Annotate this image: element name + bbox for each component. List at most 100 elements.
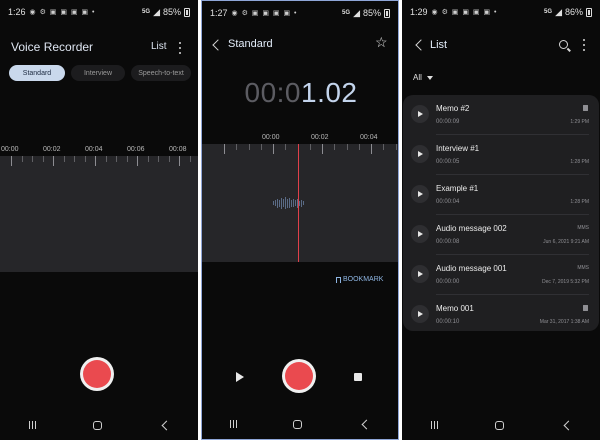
recording-duration: 00:00:00 — [436, 279, 460, 285]
play-icon[interactable] — [411, 185, 429, 203]
phone-screen-list: 1:29 ◉ ⚙ ▣ ▣ ▣ ▣ • 5G ◢ 86% List All Mem… — [402, 0, 600, 440]
play-icon[interactable] — [411, 105, 429, 123]
timeline-tick — [168, 156, 170, 162]
recording-duration: 00:00:08 — [436, 239, 460, 245]
status-bar: 1:29 ◉ ⚙ ▣ ▣ ▣ ▣ • 5G ◢ 86% — [402, 0, 600, 24]
recording-name: Example #1 — [436, 184, 479, 193]
waveform-bar — [277, 198, 278, 208]
status-bar: 1:27 ◉ ⚙ ▣ ▣ ▣ ▣ • 5G ◢ 85% — [202, 1, 398, 25]
timeline-label: 00:00 — [262, 134, 280, 141]
timer-elapsed-current: 1.02 — [301, 77, 358, 108]
category-filter-dropdown[interactable]: All — [413, 73, 433, 82]
back-arrow-icon[interactable] — [212, 39, 224, 51]
timeline-label: 00:04 — [85, 146, 103, 153]
recording-duration: 00:00:05 — [436, 159, 460, 165]
play-icon[interactable] — [411, 225, 429, 243]
search-icon[interactable] — [559, 40, 568, 49]
mode-tab-interview[interactable]: Interview — [71, 65, 125, 81]
recording-date: 1:28 PM — [570, 159, 589, 165]
waveform-bar — [291, 199, 292, 207]
recent-apps-icon[interactable] — [28, 421, 36, 429]
play-pause-button[interactable] — [236, 372, 244, 382]
timeline-tick — [322, 144, 323, 154]
status-bar: 1:26 ◉ ⚙ ▣ ▣ ▣ ▣ • 5G ◢ 85% — [0, 0, 198, 24]
signal-icon: ◢ — [555, 6, 562, 17]
mode-tab-speech-to-text[interactable]: Speech-to-text — [131, 65, 191, 81]
back-icon[interactable] — [563, 420, 573, 430]
timeline-tick — [224, 144, 225, 154]
play-icon[interactable] — [411, 145, 429, 163]
filter-selected-value: All — [413, 73, 422, 82]
timeline-tick — [179, 156, 180, 166]
recording-list-item[interactable]: Example #1 00:00:04 1:28 PM — [403, 175, 599, 215]
timeline-tick — [371, 144, 372, 154]
timeline-tick — [42, 156, 44, 162]
record-button[interactable] — [80, 357, 114, 391]
play-icon[interactable] — [411, 305, 429, 323]
timeline-tick — [11, 156, 12, 166]
more-options-icon[interactable] — [178, 42, 181, 54]
recording-list-item[interactable]: Audio message 001 00:00:00 MMS Dec 7, 20… — [403, 255, 599, 295]
home-icon[interactable] — [494, 420, 504, 430]
recording-duration: 00:00:04 — [436, 199, 460, 205]
status-time: 1:29 — [410, 7, 428, 17]
waveform-area — [0, 156, 198, 272]
recording-duration: 00:00:10 — [436, 319, 460, 325]
phone-screen-recorder-home: 1:26 ◉ ⚙ ▣ ▣ ▣ ▣ • 5G ◢ 85% Voice Record… — [0, 0, 198, 440]
timeline-tick — [126, 156, 128, 162]
recording-mode-tabs: Standard Interview Speech-to-text — [9, 65, 191, 81]
timeline-tick — [285, 144, 287, 150]
system-nav-bar — [0, 410, 198, 440]
stop-button[interactable] — [354, 373, 362, 381]
home-icon[interactable] — [293, 419, 303, 429]
app-title: Voice Recorder — [11, 40, 94, 54]
waveform-bar — [281, 197, 282, 209]
recording-list-item[interactable]: Audio message 002 00:00:08 MMS Jun 6, 20… — [403, 215, 599, 255]
network-indicator: 5G — [142, 9, 151, 15]
battery-percent: 85% — [362, 8, 381, 18]
recent-apps-icon[interactable] — [230, 420, 238, 428]
recent-apps-icon[interactable] — [430, 421, 438, 429]
home-icon[interactable] — [92, 420, 102, 430]
bookmark-button[interactable]: BOOKMARK — [336, 276, 383, 283]
list-button[interactable]: List — [151, 41, 167, 52]
audio-waveform — [273, 196, 304, 210]
bookmark-icon — [336, 276, 341, 283]
back-icon[interactable] — [361, 419, 372, 429]
battery-icon — [586, 7, 592, 17]
more-options-icon[interactable] — [582, 39, 585, 51]
back-icon[interactable] — [161, 420, 171, 430]
timeline-tick — [32, 156, 33, 162]
timeline-tick — [84, 156, 86, 162]
back-arrow-icon[interactable] — [415, 39, 427, 51]
timeline-tick — [63, 156, 65, 162]
record-button[interactable] — [282, 359, 316, 393]
recording-list-item[interactable]: Memo #2 00:00:09 1:29 PM — [403, 95, 599, 135]
document-icon — [583, 105, 588, 111]
system-nav-bar — [202, 409, 398, 439]
timer-elapsed-prefix: 00:0 — [244, 77, 301, 108]
play-icon[interactable] — [411, 265, 429, 283]
recording-source: MMS — [577, 225, 589, 231]
elapsed-timer: 00:01.02 — [202, 77, 398, 109]
timeline-tick — [383, 144, 385, 150]
notification-icons: ◉ ⚙ ▣ ▣ ▣ ▣ • — [29, 9, 96, 16]
timeline-label: 00:06 — [127, 146, 145, 153]
waveform-bar — [295, 200, 296, 206]
timeline-label: 00:00 — [1, 146, 19, 153]
timeline-tick — [158, 156, 159, 162]
timeline-tick — [309, 144, 311, 150]
recording-list-item[interactable]: Memo 001 00:00:10 Mar 31, 2017 1:38 AM — [403, 295, 599, 335]
recording-name: Memo 001 — [436, 304, 474, 313]
page-title: List — [430, 39, 448, 51]
recording-name: Memo #2 — [436, 104, 470, 113]
recordings-list: Memo #2 00:00:09 1:29 PM Interview #1 00… — [403, 95, 599, 331]
recording-list-item[interactable]: Interview #1 00:00:05 1:28 PM — [403, 135, 599, 175]
star-icon[interactable]: ☆ — [375, 35, 388, 49]
timeline-tick — [105, 156, 107, 162]
waveform-bar — [303, 201, 304, 205]
waveform-bar — [287, 198, 288, 208]
recording-name: Interview #1 — [436, 144, 480, 153]
mode-tab-standard[interactable]: Standard — [9, 65, 65, 81]
timeline-tick — [95, 156, 96, 166]
